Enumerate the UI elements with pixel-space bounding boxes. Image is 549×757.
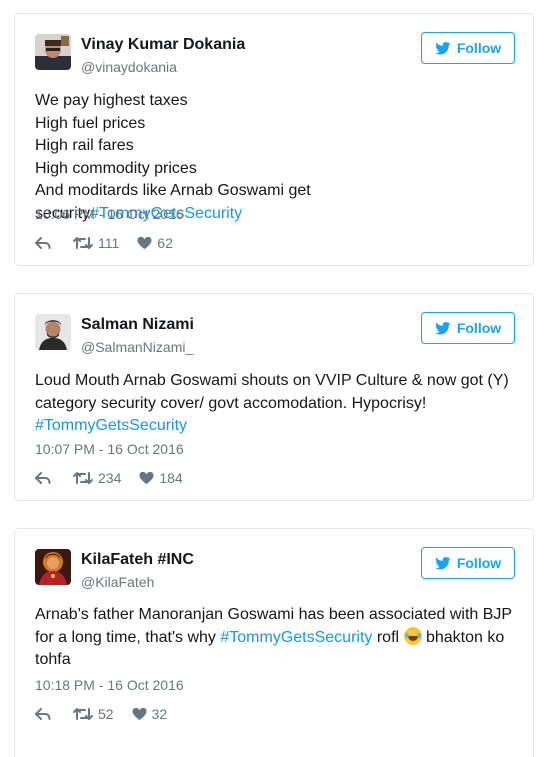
retweet-icon xyxy=(73,472,93,484)
reply-icon xyxy=(35,708,51,720)
retweet-count: 52 xyxy=(98,706,114,722)
tweet-card-1: Vinay Kumar Dokania @vinaydokania Follow… xyxy=(14,13,534,266)
timestamp[interactable]: 10:06 PM - 16 Oct 2016 xyxy=(35,206,184,222)
like-count: 184 xyxy=(159,470,183,486)
tweet-line: Arnab's father Manoranjan Goswami has be… xyxy=(35,606,513,623)
retweet-button[interactable]: 111 xyxy=(73,235,119,251)
reply-button[interactable] xyxy=(35,471,51,485)
tweet-line: #TommyGetsSecurity xyxy=(35,415,515,438)
reply-button[interactable] xyxy=(35,236,51,250)
avatar[interactable] xyxy=(35,34,71,70)
like-button[interactable]: 32 xyxy=(132,706,168,722)
timestamp[interactable]: 10:07 PM - 16 Oct 2016 xyxy=(35,441,184,457)
reply-icon xyxy=(35,237,51,249)
tweet-line: category security cover/ govt accomodati… xyxy=(35,394,427,412)
like-count: 62 xyxy=(157,235,173,251)
user-handle[interactable]: @KilaFateh xyxy=(81,574,154,590)
tweet-line-text: bhakton ko xyxy=(421,628,505,646)
retweet-icon xyxy=(73,237,93,249)
like-button[interactable]: 184 xyxy=(139,470,183,486)
tweet-line: tohfa xyxy=(35,651,71,668)
user-handle[interactable]: @SalmanNizami_ xyxy=(81,339,193,355)
twitter-bird-icon xyxy=(434,556,451,569)
user-handle[interactable]: @vinaydokania xyxy=(81,59,177,75)
tweet-line-text: for a long time, that's why xyxy=(35,628,221,646)
tweet-text: We pay highest taxes High fuel prices Hi… xyxy=(35,90,515,225)
follow-label: Follow xyxy=(456,555,502,571)
heart-icon xyxy=(132,707,147,721)
tweet-card-3: KilaFateh #INC @KilaFateh Follow Arnab's… xyxy=(14,528,534,757)
tweet-text: Arnab's father Manoranjan Goswami has be… xyxy=(35,604,515,672)
tweet-card-2: Salman Nizami @SalmanNizami_ Follow Loud… xyxy=(14,293,534,501)
retweet-count: 234 xyxy=(98,470,122,486)
tweet-actions: 234 184 xyxy=(35,469,201,487)
retweet-button[interactable]: 52 xyxy=(73,706,114,722)
twitter-bird-icon xyxy=(434,321,451,334)
timestamp[interactable]: 10:18 PM - 16 Oct 2016 xyxy=(35,677,184,693)
tweet-actions: 52 32 xyxy=(35,705,185,723)
hashtag-link[interactable]: #TommyGetsSecurity xyxy=(35,417,187,434)
tweet-line-text: rofl xyxy=(372,628,404,646)
like-button[interactable]: 62 xyxy=(137,235,173,251)
tears-of-joy-emoji-icon xyxy=(403,626,422,645)
follow-button[interactable]: Follow xyxy=(421,312,515,344)
twitter-bird-icon xyxy=(434,41,451,54)
avatar[interactable] xyxy=(35,549,71,585)
tweet-line: Loud Mouth Arnab Goswami shouts on VVIP … xyxy=(35,372,509,389)
tweet-line: for a long time, that's why #TommyGetsSe… xyxy=(35,626,515,650)
tweet-line: High rail fares xyxy=(35,137,134,154)
display-name[interactable]: KilaFateh #INC xyxy=(81,551,194,569)
heart-icon xyxy=(137,236,152,250)
hashtag-link[interactable]: #TommyGetsSecurity xyxy=(220,629,372,646)
tweet-actions: 111 62 xyxy=(35,234,191,252)
display-name[interactable]: Vinay Kumar Dokania xyxy=(81,36,245,54)
retweet-icon xyxy=(73,708,93,720)
reply-button[interactable] xyxy=(35,707,51,721)
reply-icon xyxy=(35,472,51,484)
tweet-text: Loud Mouth Arnab Goswami shouts on VVIP … xyxy=(35,370,515,438)
follow-label: Follow xyxy=(456,320,502,336)
avatar[interactable] xyxy=(35,314,71,350)
retweet-count: 111 xyxy=(98,235,120,251)
heart-icon xyxy=(139,471,154,485)
display-name[interactable]: Salman Nizami xyxy=(81,316,194,334)
follow-button[interactable]: Follow xyxy=(421,547,515,579)
follow-button[interactable]: Follow xyxy=(421,32,515,64)
tweet-line: High commodity prices xyxy=(35,159,197,177)
retweet-button[interactable]: 234 xyxy=(73,470,121,486)
tweet-line: High fuel prices xyxy=(35,114,146,132)
like-count: 32 xyxy=(151,706,168,722)
tweet-line: We pay highest taxes xyxy=(35,92,188,109)
follow-label: Follow xyxy=(456,40,502,56)
